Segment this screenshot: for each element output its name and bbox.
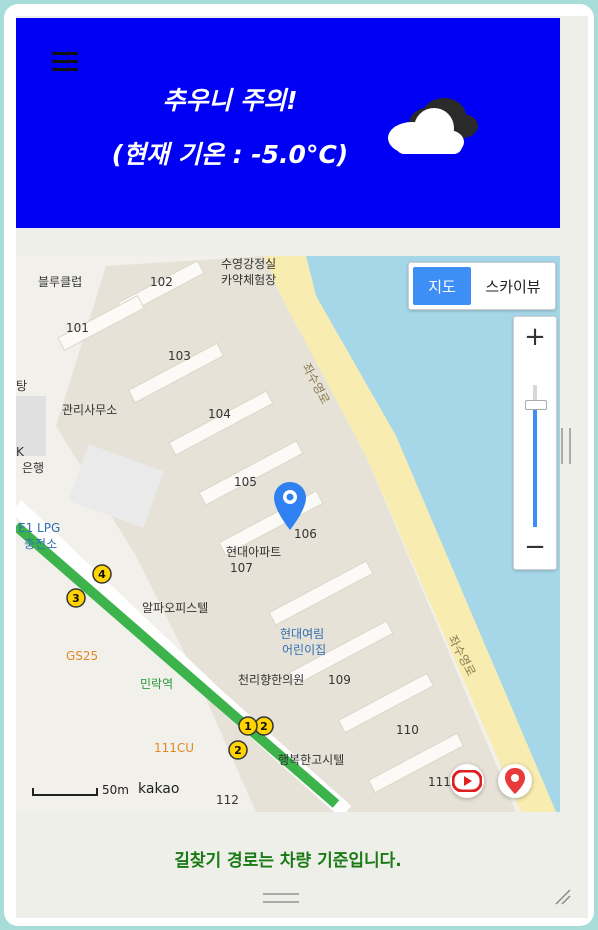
cloud-icon <box>388 98 478 154</box>
route-notice: 길찾기 경로는 차량 기준입니다. <box>174 851 402 871</box>
map-label: 101 <box>66 321 89 335</box>
map-label: 알파오피스텔 <box>142 601 208 615</box>
map-label: 110 <box>396 723 419 737</box>
zoom-in-button[interactable]: + <box>514 317 556 357</box>
zoom-slider-handle[interactable] <box>525 400 547 410</box>
scale-label: 50m <box>102 783 129 797</box>
map-canvas[interactable]: 수영강정실카약체험장 블루클럽 102 101 103 관리사무소 104 105 106 현대아… <box>16 256 560 812</box>
vertical-resize-grip[interactable] <box>561 428 571 464</box>
map-type-skyview-button[interactable]: 스카이뷰 <box>471 263 555 309</box>
map-label: E1 LPG <box>18 521 60 535</box>
map-label: 111 <box>428 775 451 789</box>
map-type-map-button[interactable]: 지도 <box>413 267 471 305</box>
map-label: 104 <box>208 407 231 421</box>
subway-exit-badge: 2 <box>228 740 248 760</box>
map-label: 현대여림 <box>280 627 324 641</box>
map-label: 탕 <box>16 379 27 393</box>
menu-icon[interactable] <box>52 52 78 72</box>
horizontal-resize-grip[interactable] <box>263 893 299 903</box>
map-label: GS25 <box>66 649 98 663</box>
svg-text:3: 3 <box>72 592 80 605</box>
map-label: 현대아파트 <box>226 545 281 559</box>
weather-banner: 추우니 주의! (현재 기온 : -5.0°C) <box>16 18 560 228</box>
subway-exit-badge: 4 <box>92 564 112 584</box>
svg-text:1: 1 <box>244 720 252 733</box>
subway-exit-badge: 1 <box>238 716 258 736</box>
map-type-toggle[interactable]: 지도 스카이뷰 <box>408 262 556 310</box>
map-label: 민락역 <box>140 677 173 691</box>
subway-exit-badge: 3 <box>66 588 86 608</box>
map-label: 103 <box>168 349 191 363</box>
scale-bar <box>32 788 98 796</box>
map-label: 충전소 <box>24 537 57 551</box>
zoom-out-button[interactable]: − <box>514 527 556 567</box>
map-label: 은행 <box>22 460 44 475</box>
map-label: 105 <box>234 475 257 489</box>
map-label: 블루클럽 <box>38 275 82 289</box>
map-label: 109 <box>328 673 351 687</box>
content-area: 추우니 주의! (현재 기온 : -5.0°C) 수영강정실 카약체험장 블루클… <box>16 16 588 918</box>
svg-text:4: 4 <box>98 568 106 581</box>
map-label: 어린이집 <box>282 643 326 657</box>
map-label: 112 <box>216 793 239 807</box>
current-temperature: (현재 기온 : -5.0°C) <box>111 140 349 169</box>
map-pin-icon <box>505 768 525 794</box>
app-frame: 추우니 주의! (현재 기온 : -5.0°C) 수영강정실 카약체험장 블루클… <box>4 4 594 926</box>
svg-text:2: 2 <box>260 720 268 733</box>
map-label: 106 <box>294 527 317 541</box>
svg-text:2: 2 <box>234 744 242 757</box>
map-view[interactable]: 수영강정실 카약체험장 블루클럽 102 101 103 관리사무소 104 105 106 현대아… <box>16 256 560 812</box>
weather-alert: 추우니 주의! (현재 기온 : -5.0°C) <box>80 74 380 182</box>
map-label: 행복한고시텔 <box>278 752 344 767</box>
map-label: 카약체험장 <box>221 272 276 287</box>
map-label: 102 <box>150 275 173 289</box>
map-label: K <box>16 445 25 459</box>
zoom-control[interactable]: + − <box>513 316 557 570</box>
map-label: 수영강정실 <box>221 257 276 271</box>
youtube-button[interactable] <box>450 764 484 798</box>
map-label: 107 <box>230 561 253 575</box>
location-pin-button[interactable] <box>498 764 532 798</box>
map-label: 천리향한의원 <box>238 672 304 687</box>
map-label: 111CU <box>154 741 194 755</box>
zoom-slider-fill <box>533 408 537 527</box>
youtube-icon <box>452 770 482 792</box>
resize-corner-icon[interactable] <box>554 888 572 906</box>
map-provider-logo: kakao <box>138 781 180 797</box>
alert-title: 추우니 주의! <box>162 86 298 115</box>
map-label: 관리사무소 <box>62 403 117 417</box>
